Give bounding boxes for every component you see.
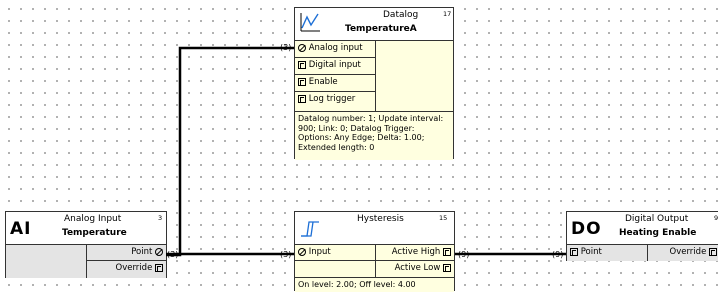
datalog-name: TemperatureA [345,24,417,34]
hysteresis-header: Hysteresis 15 [295,212,454,245]
analog-input-name: Temperature [62,228,127,238]
datalog-input-analog[interactable]: Analog input [295,41,375,58]
digital-point-icon [709,247,717,256]
hysteresis-output-label: Active Low [394,263,441,273]
digital-point-icon [298,77,306,86]
datalog-input-label: Enable [308,77,338,87]
analog-input-output-label: Point [131,247,153,257]
digital-point-icon [443,247,451,256]
digital-point-icon [155,263,163,272]
digital-output-name: Heating Enable [619,228,697,238]
datalog-input-log-trigger[interactable]: Log trigger [295,92,375,109]
datalog-input-label: Analog input [308,43,363,53]
wire-ai-to-datalog [166,46,294,257]
datalog-number: 17 [443,10,452,18]
pin-hyst-in: (3) [280,250,292,259]
datalog-header: Datalog 17 TemperatureA [295,8,453,41]
analog-input-output-override[interactable]: Override [87,261,166,277]
datalog-output-area [376,41,453,111]
hysteresis-output-active-low[interactable]: Active Low [376,261,454,277]
datalog-category: Datalog [383,10,419,20]
datalog-input-label: Log trigger [308,94,356,104]
digital-output-number: 9 [714,214,718,222]
hysteresis-category: Hysteresis [357,214,404,224]
hysteresis-description: On level: 2.00; Off level: 4.00 [295,278,454,292]
hysteresis-output-label: Active High [391,247,441,257]
datalog-description: Datalog number: 1; Update interval: 900;… [295,112,453,160]
digital-point-icon [443,263,451,272]
analog-input-block[interactable]: AI Analog Input 3 Temperature Point Over… [5,211,167,278]
digital-output-category: Digital Output [625,214,689,224]
hysteresis-input[interactable]: Input [295,245,375,261]
pin-do-in: (9) [552,250,564,259]
digital-point-icon [298,94,306,103]
digital-point-icon [298,60,306,69]
digital-output-override[interactable]: Override [648,245,718,261]
datalog-block[interactable]: Datalog 17 TemperatureA Analog input Dig… [294,7,454,160]
analog-point-icon [155,247,163,256]
hysteresis-icon [301,221,319,237]
analog-input-header: AI Analog Input 3 Temperature [6,212,166,245]
datalog-input-label: Digital input [308,60,361,70]
pin-hyst-out: (9) [458,250,470,259]
analog-input-mono: AI [10,219,32,239]
digital-output-block[interactable]: DO Digital Output 9 Heating Enable Point… [566,211,718,261]
digital-output-mono: DO [571,219,602,239]
digital-output-input-label: Point [580,247,602,257]
analog-input-number: 3 [158,214,163,222]
datalog-input-enable[interactable]: Enable [295,75,375,92]
analog-input-output-label: Override [115,263,153,273]
hysteresis-number: 15 [439,214,448,222]
digital-output-input-point[interactable]: Point [567,245,647,261]
hysteresis-output-active-high[interactable]: Active High [376,245,454,261]
pin-datalog-in: (3) [280,43,292,52]
digital-point-icon [570,247,578,256]
analog-input-category: Analog Input [64,214,122,224]
hysteresis-block[interactable]: Hysteresis 15 Input Active High Active L… [294,211,455,292]
datalog-input-digital[interactable]: Digital input [295,58,375,75]
analog-point-icon [298,247,306,256]
datalog-chart-icon [300,13,320,32]
digital-output-override-label: Override [669,247,707,257]
pin-ai-point: (3) [167,250,179,259]
digital-output-header: DO Digital Output 9 Heating Enable [567,212,718,245]
analog-input-empty-area [6,245,87,278]
hysteresis-input-label: Input [308,247,331,257]
analog-point-icon [298,43,306,52]
analog-input-output-point[interactable]: Point [87,245,166,261]
